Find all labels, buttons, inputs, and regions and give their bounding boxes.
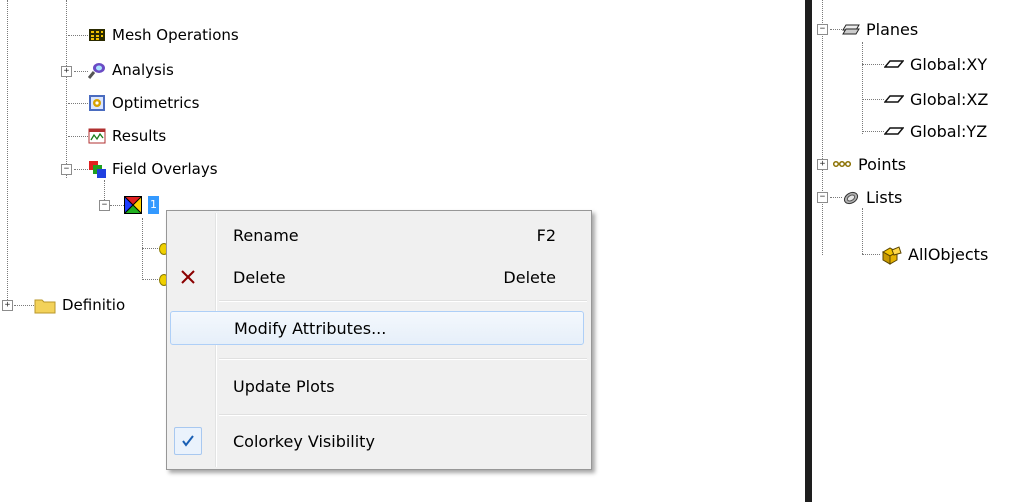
tree-connector [142,218,143,280]
tree-item-results[interactable]: Results [88,125,166,147]
context-menu: Rename F2 Delete Delete Modify Attribute… [166,210,592,470]
tree-item-label: Optimetrics [112,94,200,112]
tree-connector [822,0,823,255]
tree-item-lists[interactable]: Lists [842,186,902,208]
tree-item-label: AllObjects [908,244,989,264]
field-overlays-icon [88,160,106,178]
tree-item-label: Planes [866,19,919,39]
expand-toggle[interactable]: + [2,300,13,311]
analysis-icon [87,61,106,79]
tree-item-allobjects[interactable]: AllObjects [880,243,988,265]
tree-connector [830,197,842,198]
tree-connector [862,254,880,255]
collapse-toggle[interactable]: − [61,164,72,175]
tree-item-label: Analysis [112,61,174,79]
checkmark-icon [174,427,202,455]
tree-item-label: 1 [148,196,159,214]
tree-connector [68,35,88,36]
planes-icon [842,20,860,38]
tree-connector [862,42,863,134]
collapse-toggle[interactable]: − [99,200,110,211]
menu-item-label: Rename [233,225,299,245]
plane-icon [883,90,905,108]
tree-connector [74,169,88,170]
expand-toggle[interactable]: + [817,159,828,170]
field-plot-icon [123,195,143,215]
tree-item-label: Field Overlays [112,160,218,178]
menu-shortcut: F2 [536,225,556,245]
tree-connector [862,208,863,254]
menu-separator [219,300,587,302]
optimetrics-icon [88,94,106,112]
menu-item-label: Colorkey Visibility [233,431,375,451]
menu-separator [219,414,587,416]
plane-icon [883,55,905,73]
mesh-operations-icon [88,26,106,44]
menu-item-modify-attributes[interactable]: Modify Attributes... [170,311,584,345]
lists-icon [842,188,860,206]
menu-item-label: Update Plots [233,376,335,396]
tree-item-global-xz[interactable]: Global:XZ [883,88,989,110]
tree-item-mesh-operations[interactable]: Mesh Operations [88,24,239,46]
tree-item-optimetrics[interactable]: Optimetrics [88,92,200,114]
splitter-bar[interactable] [805,0,812,502]
menu-item-rename[interactable]: Rename F2 [170,219,586,251]
tree-item-label: Global:XZ [910,89,989,109]
tree-item-label: Results [112,127,167,145]
collapse-toggle[interactable]: − [817,192,828,203]
tree-item-field-plot[interactable]: 1 [123,194,159,216]
plane-icon [883,122,905,140]
expand-toggle[interactable]: + [61,66,72,77]
tree-item-planes[interactable]: Planes [842,18,918,40]
menu-item-label: Delete [233,267,286,287]
tree-connector [68,103,88,104]
delete-x-icon [178,267,198,291]
tree-connector [7,0,8,300]
tree-item-label: Points [858,154,907,174]
menu-separator [219,358,587,360]
tree-item-definitions[interactable]: Definitio [34,294,125,316]
tree-connector [68,136,88,137]
tree-connector [110,205,124,206]
tree-connector [830,29,842,30]
tree-connector [862,64,884,65]
tree-connector [14,305,34,306]
menu-item-label: Modify Attributes... [234,318,387,338]
tree-connector [862,99,884,100]
results-icon [88,127,106,145]
tree-item-label: Definitio [62,296,126,314]
folder-icon [34,296,56,314]
tree-item-label: Mesh Operations [112,26,239,44]
pane-splitter[interactable] [800,0,820,502]
tree-item-label: Lists [866,187,903,207]
tree-item-label: Global:XY [910,54,988,74]
tree-connector [66,0,67,178]
tree-item-global-xy[interactable]: Global:XY [883,53,988,75]
tree-connector [74,71,88,72]
tree-item-field-overlays[interactable]: Field Overlays [88,158,218,180]
menu-item-delete[interactable]: Delete Delete [170,261,586,293]
tree-item-label: Global:YZ [910,121,988,141]
tree-item-points[interactable]: Points [832,153,906,175]
menu-shortcut: Delete [503,267,556,287]
allobjects-icon [880,245,902,265]
collapse-toggle[interactable]: − [817,24,828,35]
menu-item-colorkey-visibility[interactable]: Colorkey Visibility [170,425,586,457]
menu-item-update-plots[interactable]: Update Plots [170,370,586,402]
points-icon [832,155,852,173]
tree-connector [862,131,884,132]
tree-item-global-yz[interactable]: Global:YZ [883,120,988,142]
tree-item-analysis[interactable]: Analysis [87,59,174,81]
